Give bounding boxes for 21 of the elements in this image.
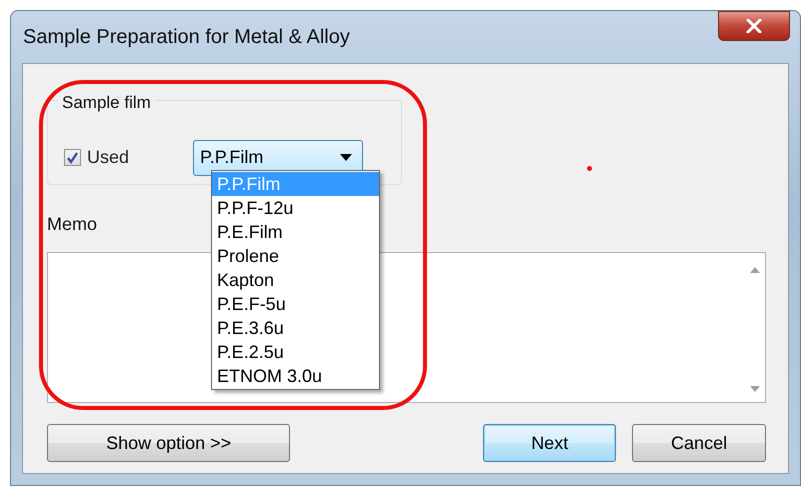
dropdown-option[interactable]: P.E.Film: [212, 220, 379, 244]
dropdown-option[interactable]: P.P.F-12u: [212, 196, 379, 220]
dropdown-option[interactable]: P.E.3.6u: [212, 316, 379, 340]
dropdown-option[interactable]: Kapton: [212, 268, 379, 292]
dialog-button[interactable]: Cancel: [632, 424, 766, 462]
dropdown-option[interactable]: ETNOM 3.0u: [212, 364, 379, 388]
close-icon: [746, 19, 762, 33]
caret-icon: [340, 154, 352, 161]
window-title: Sample Preparation for Metal & Alloy: [23, 25, 350, 50]
dropdown-option[interactable]: Prolene: [212, 244, 379, 268]
dropdown-option[interactable]: P.E.2.5u: [212, 340, 379, 364]
dialog-button[interactable]: Next: [483, 424, 616, 462]
dot-mark: [587, 166, 592, 171]
checkbox-label: Used: [87, 146, 130, 169]
scroll-up-icon[interactable]: [750, 267, 760, 273]
close-button[interactable]: [718, 11, 790, 41]
used-checkbox[interactable]: [64, 149, 81, 166]
dropdown-option[interactable]: P.E.F-5u: [212, 292, 379, 316]
dialog-button[interactable]: Show option >>: [47, 424, 290, 462]
memo-label: Memo: [47, 213, 98, 236]
scroll-down-icon[interactable]: [750, 386, 760, 392]
